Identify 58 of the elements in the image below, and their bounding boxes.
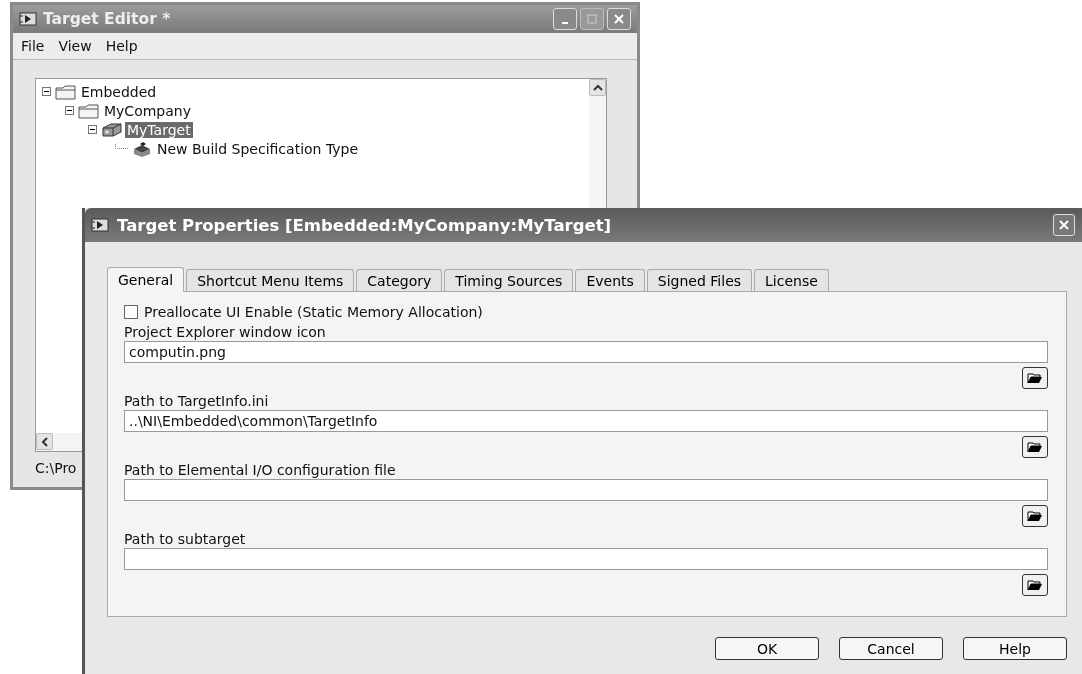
browse-button[interactable]	[1022, 367, 1048, 389]
folder-icon	[55, 83, 77, 100]
maximize-icon	[587, 14, 597, 24]
app-icon	[91, 218, 109, 232]
input-field[interactable]: computin.png	[124, 341, 1048, 363]
close-icon	[614, 14, 624, 24]
minimize-icon	[562, 22, 568, 24]
chevron-up-icon	[592, 83, 603, 92]
package-icon	[131, 140, 153, 157]
tree-item[interactable]: MyCompany	[102, 102, 193, 119]
window-title: Target Properties [Embedded:MyCompany:MyTarget]	[117, 215, 613, 235]
input-field[interactable]: ..\NI\Embedded\common\TargetInfo	[124, 410, 1048, 432]
collapse-icon[interactable]	[88, 125, 97, 134]
collapse-icon[interactable]	[42, 87, 51, 96]
tree-item[interactable]: Embedded	[79, 83, 159, 100]
menu-item[interactable]: View	[58, 38, 92, 54]
folder-icon	[1027, 441, 1043, 453]
collapse-icon[interactable]	[65, 106, 74, 115]
close-button[interactable]	[607, 8, 631, 30]
field-label: Path to Elemental I/O configuration file	[124, 461, 397, 479]
device-icon	[101, 121, 123, 138]
tab[interactable]: General	[107, 267, 185, 292]
close-button[interactable]	[1053, 214, 1075, 236]
app-icon	[19, 12, 37, 26]
menu-item[interactable]: Help	[105, 38, 138, 54]
menu-item[interactable]: File	[21, 38, 45, 54]
dialog-button[interactable]: OK	[715, 637, 819, 660]
browse-button[interactable]	[1022, 436, 1048, 458]
tab[interactable]: Signed Files	[646, 269, 753, 291]
tab[interactable]: Events	[575, 269, 645, 291]
folder-icon	[1027, 372, 1043, 384]
tree-item[interactable]: MyTarget	[125, 121, 193, 138]
tab[interactable]: License	[754, 269, 829, 291]
checkbox-label: Preallocate UI Enable (Static Memory Allocation)	[144, 304, 483, 320]
scroll-left-button[interactable]	[36, 433, 53, 450]
status-text: C:\Pro	[35, 460, 77, 476]
field-label: Path to subtarget	[124, 530, 247, 548]
input-field[interactable]	[124, 548, 1048, 570]
field-label: Path to TargetInfo.ini	[124, 392, 270, 410]
chevron-left-icon	[40, 436, 49, 447]
checkbox[interactable]	[124, 305, 138, 319]
minimize-button[interactable]	[553, 8, 577, 30]
field-label: Project Explorer window icon	[124, 323, 327, 341]
tree-item[interactable]: New Build Specification Type	[155, 140, 361, 157]
folder-icon	[1027, 510, 1043, 522]
dialog-button[interactable]: Help	[963, 637, 1067, 660]
window-title: Target Editor *	[43, 10, 172, 28]
tab[interactable]: Timing Sources	[444, 269, 574, 291]
input-field[interactable]	[124, 479, 1048, 501]
folder-icon	[78, 102, 100, 119]
scroll-up-button[interactable]	[589, 79, 606, 96]
tab[interactable]: Shortcut Menu Items	[186, 269, 355, 291]
tab[interactable]: Category	[356, 269, 443, 291]
browse-button[interactable]	[1022, 505, 1048, 527]
folder-icon	[1027, 579, 1043, 591]
browse-button[interactable]	[1022, 574, 1048, 596]
close-icon	[1059, 220, 1069, 230]
dialog-button[interactable]: Cancel	[839, 637, 943, 660]
